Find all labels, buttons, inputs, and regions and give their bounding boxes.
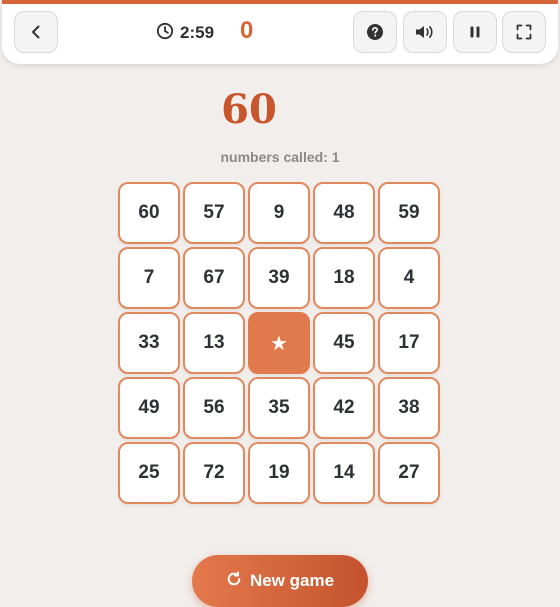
bingo-cell[interactable]: 38 bbox=[378, 377, 440, 439]
refresh-icon bbox=[226, 571, 242, 592]
bingo-cell[interactable]: 19 bbox=[248, 442, 310, 504]
top-bar: 2:59 0 bbox=[2, 0, 558, 64]
bingo-game-page: 2:59 0 60 numbers called: 1 60 57 9 48 59 7 67… bbox=[0, 0, 560, 607]
numbers-called-count: numbers called: 1 bbox=[220, 149, 340, 165]
bingo-cell[interactable]: 42 bbox=[313, 377, 375, 439]
bingo-cell[interactable]: 39 bbox=[248, 247, 310, 309]
back-button[interactable] bbox=[14, 11, 58, 53]
fullscreen-button[interactable] bbox=[502, 11, 546, 53]
chevron-left-icon bbox=[27, 23, 45, 41]
help-button[interactable] bbox=[353, 11, 397, 53]
bingo-cell[interactable]: 17 bbox=[378, 312, 440, 374]
timer-value: 2:59 bbox=[180, 23, 215, 42]
new-game-button[interactable]: New game bbox=[192, 555, 368, 607]
pause-button[interactable] bbox=[453, 11, 497, 53]
bingo-cell[interactable]: 59 bbox=[378, 182, 440, 244]
top-accent-bar bbox=[2, 0, 558, 4]
bingo-cell[interactable]: 27 bbox=[378, 442, 440, 504]
called-number: 60 bbox=[221, 86, 277, 133]
bingo-cell[interactable]: 9 bbox=[248, 182, 310, 244]
bingo-cell[interactable]: 67 bbox=[183, 247, 245, 309]
bingo-cell[interactable]: 35 bbox=[248, 377, 310, 439]
bingo-cell[interactable]: 72 bbox=[183, 442, 245, 504]
bingo-cell[interactable]: 48 bbox=[313, 182, 375, 244]
bingo-cell[interactable]: 7 bbox=[118, 247, 180, 309]
bingo-cell[interactable]: 45 bbox=[313, 312, 375, 374]
bingo-cell[interactable]: 4 bbox=[378, 247, 440, 309]
bingo-board: 60 57 9 48 59 7 67 39 18 4 33 13 ★ 45 17 49 56 35 42 38 25 72… bbox=[118, 182, 440, 504]
bingo-cell[interactable]: 56 bbox=[183, 377, 245, 439]
help-icon bbox=[366, 23, 384, 41]
sound-button[interactable] bbox=[403, 11, 447, 53]
bingo-cell[interactable]: 25 bbox=[118, 442, 180, 504]
score-value: 0 bbox=[240, 17, 254, 44]
fullscreen-icon bbox=[515, 23, 533, 41]
new-game-label: New game bbox=[249, 571, 335, 590]
bingo-cell[interactable]: 57 bbox=[183, 182, 245, 244]
bingo-cell[interactable]: 18 bbox=[313, 247, 375, 309]
bingo-cell[interactable]: 14 bbox=[313, 442, 375, 504]
bingo-cell[interactable]: 49 bbox=[118, 377, 180, 439]
speaker-icon bbox=[414, 23, 436, 41]
bingo-cell[interactable]: 60 bbox=[118, 182, 180, 244]
bingo-cell[interactable]: 33 bbox=[118, 312, 180, 374]
pause-icon bbox=[467, 24, 483, 40]
timer: 2:59 bbox=[156, 22, 214, 44]
clock-icon bbox=[156, 22, 174, 45]
bingo-cell[interactable]: 13 bbox=[183, 312, 245, 374]
bingo-free-cell[interactable]: ★ bbox=[248, 312, 310, 374]
